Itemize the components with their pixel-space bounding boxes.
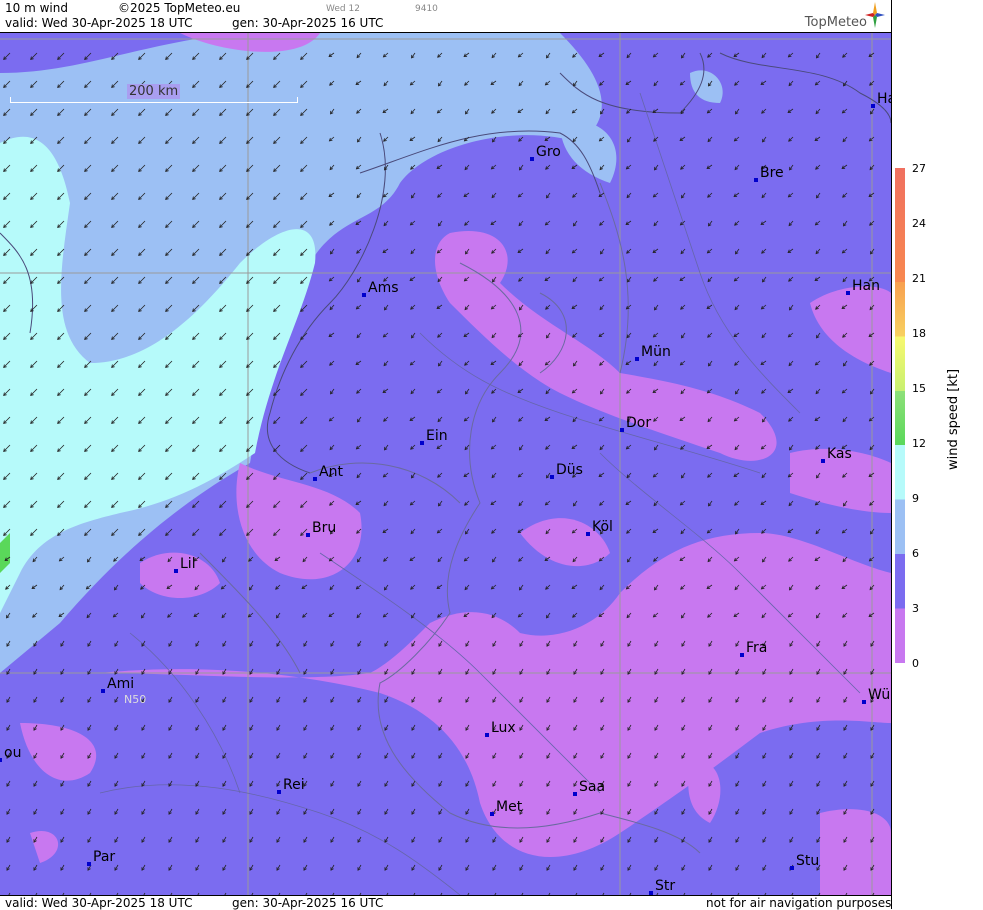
city-marker [586, 532, 590, 536]
legend-tick: 27 [912, 162, 926, 175]
day-small: Wed 12 [326, 4, 360, 14]
city-marker [174, 569, 178, 573]
city-marker [306, 533, 310, 537]
legend-tick: 18 [912, 327, 926, 340]
city-label: Ein [420, 428, 448, 445]
city-marker [846, 291, 850, 295]
city-label: Par [87, 849, 115, 866]
copyright: ©2025 TopMeteo.eu [118, 1, 241, 15]
footer-generated-time: gen: 30-Apr-2025 16 UTC [232, 896, 384, 910]
city-marker [550, 475, 554, 479]
city-marker [754, 178, 758, 182]
city-marker [485, 733, 489, 737]
product-title: 10 m wind [5, 1, 68, 15]
city-label: Ami [101, 676, 134, 693]
legend-tick: 0 [912, 657, 919, 670]
city-marker [87, 862, 91, 866]
navigation-disclaimer: not for air navigation purposes [706, 896, 892, 910]
city-marker [313, 477, 317, 481]
city-label: Ams [362, 280, 399, 297]
city-label: Mün [635, 344, 671, 361]
city-label: Stu [790, 853, 819, 870]
wind-speed-legend: 27 24 21 18 15 12 9 6 3 0 [891, 0, 983, 909]
map-footer: valid: Wed 30-Apr-2025 18 UTC gen: 30-Ap… [0, 895, 891, 910]
city-label: Ha [871, 91, 891, 108]
city-label: ou [0, 745, 21, 762]
legend-tick: 12 [912, 437, 926, 450]
compass-star-icon [865, 2, 885, 28]
scale-bar: 200 km [10, 84, 298, 103]
legend-tick: 3 [912, 602, 919, 615]
city-marker [620, 428, 624, 432]
city-label: Dor [620, 415, 651, 432]
footer-valid-time: valid: Wed 30-Apr-2025 18 UTC [5, 896, 193, 910]
legend-tick: 15 [912, 382, 926, 395]
city-label: Lil [174, 556, 196, 573]
city-label: Kas [821, 446, 852, 463]
topmeteo-logo: TopMeteo [795, 2, 885, 30]
city-marker [573, 792, 577, 796]
map-header: 10 m wind ©2025 TopMeteo.eu Wed 12 9410 … [0, 0, 891, 33]
city-marker [530, 157, 534, 161]
legend-tick: 6 [912, 547, 919, 560]
legend-title: wind speed [kt] [946, 368, 961, 470]
city-label: Köl [586, 519, 613, 536]
city-label: Gro [530, 144, 561, 161]
latitude-label: N50 [124, 693, 147, 706]
wind-map: 200 km N50 Ha Gro Bre Ams Han Mün Ein Dor Ant Düs… [0, 33, 891, 895]
code-small: 9410 [415, 4, 438, 14]
city-label: Rei [277, 777, 305, 794]
city-label: Düs [550, 462, 583, 479]
city-marker [821, 459, 825, 463]
city-marker [0, 758, 2, 762]
city-marker [635, 357, 639, 361]
city-label: Lux [485, 720, 516, 737]
city-label: Bru [306, 520, 336, 537]
city-marker [420, 441, 424, 445]
legend-color-bar [895, 168, 905, 663]
city-marker [790, 866, 794, 870]
legend-tick: 21 [912, 272, 926, 285]
generated-time: gen: 30-Apr-2025 16 UTC [232, 16, 384, 30]
city-label: Han [846, 278, 880, 295]
city-marker [362, 293, 366, 297]
logo-text: TopMeteo [804, 15, 867, 30]
wind-field [0, 33, 891, 895]
legend-tick: 24 [912, 217, 926, 230]
city-label: Ant [313, 464, 343, 481]
city-marker [862, 700, 866, 704]
city-marker [740, 653, 744, 657]
city-label: Bre [754, 165, 784, 182]
city-label: Fra [740, 640, 767, 657]
city-label: Str [649, 878, 675, 895]
city-marker [101, 689, 105, 693]
city-marker [490, 812, 494, 816]
scale-bar-label: 200 km [127, 84, 181, 99]
city-label: Met [490, 799, 522, 816]
legend-tick: 9 [912, 492, 919, 505]
city-marker [871, 104, 875, 108]
city-label: Wü [862, 687, 890, 704]
city-label: Saa [573, 779, 605, 796]
valid-time: valid: Wed 30-Apr-2025 18 UTC [5, 16, 193, 30]
city-marker [277, 790, 281, 794]
